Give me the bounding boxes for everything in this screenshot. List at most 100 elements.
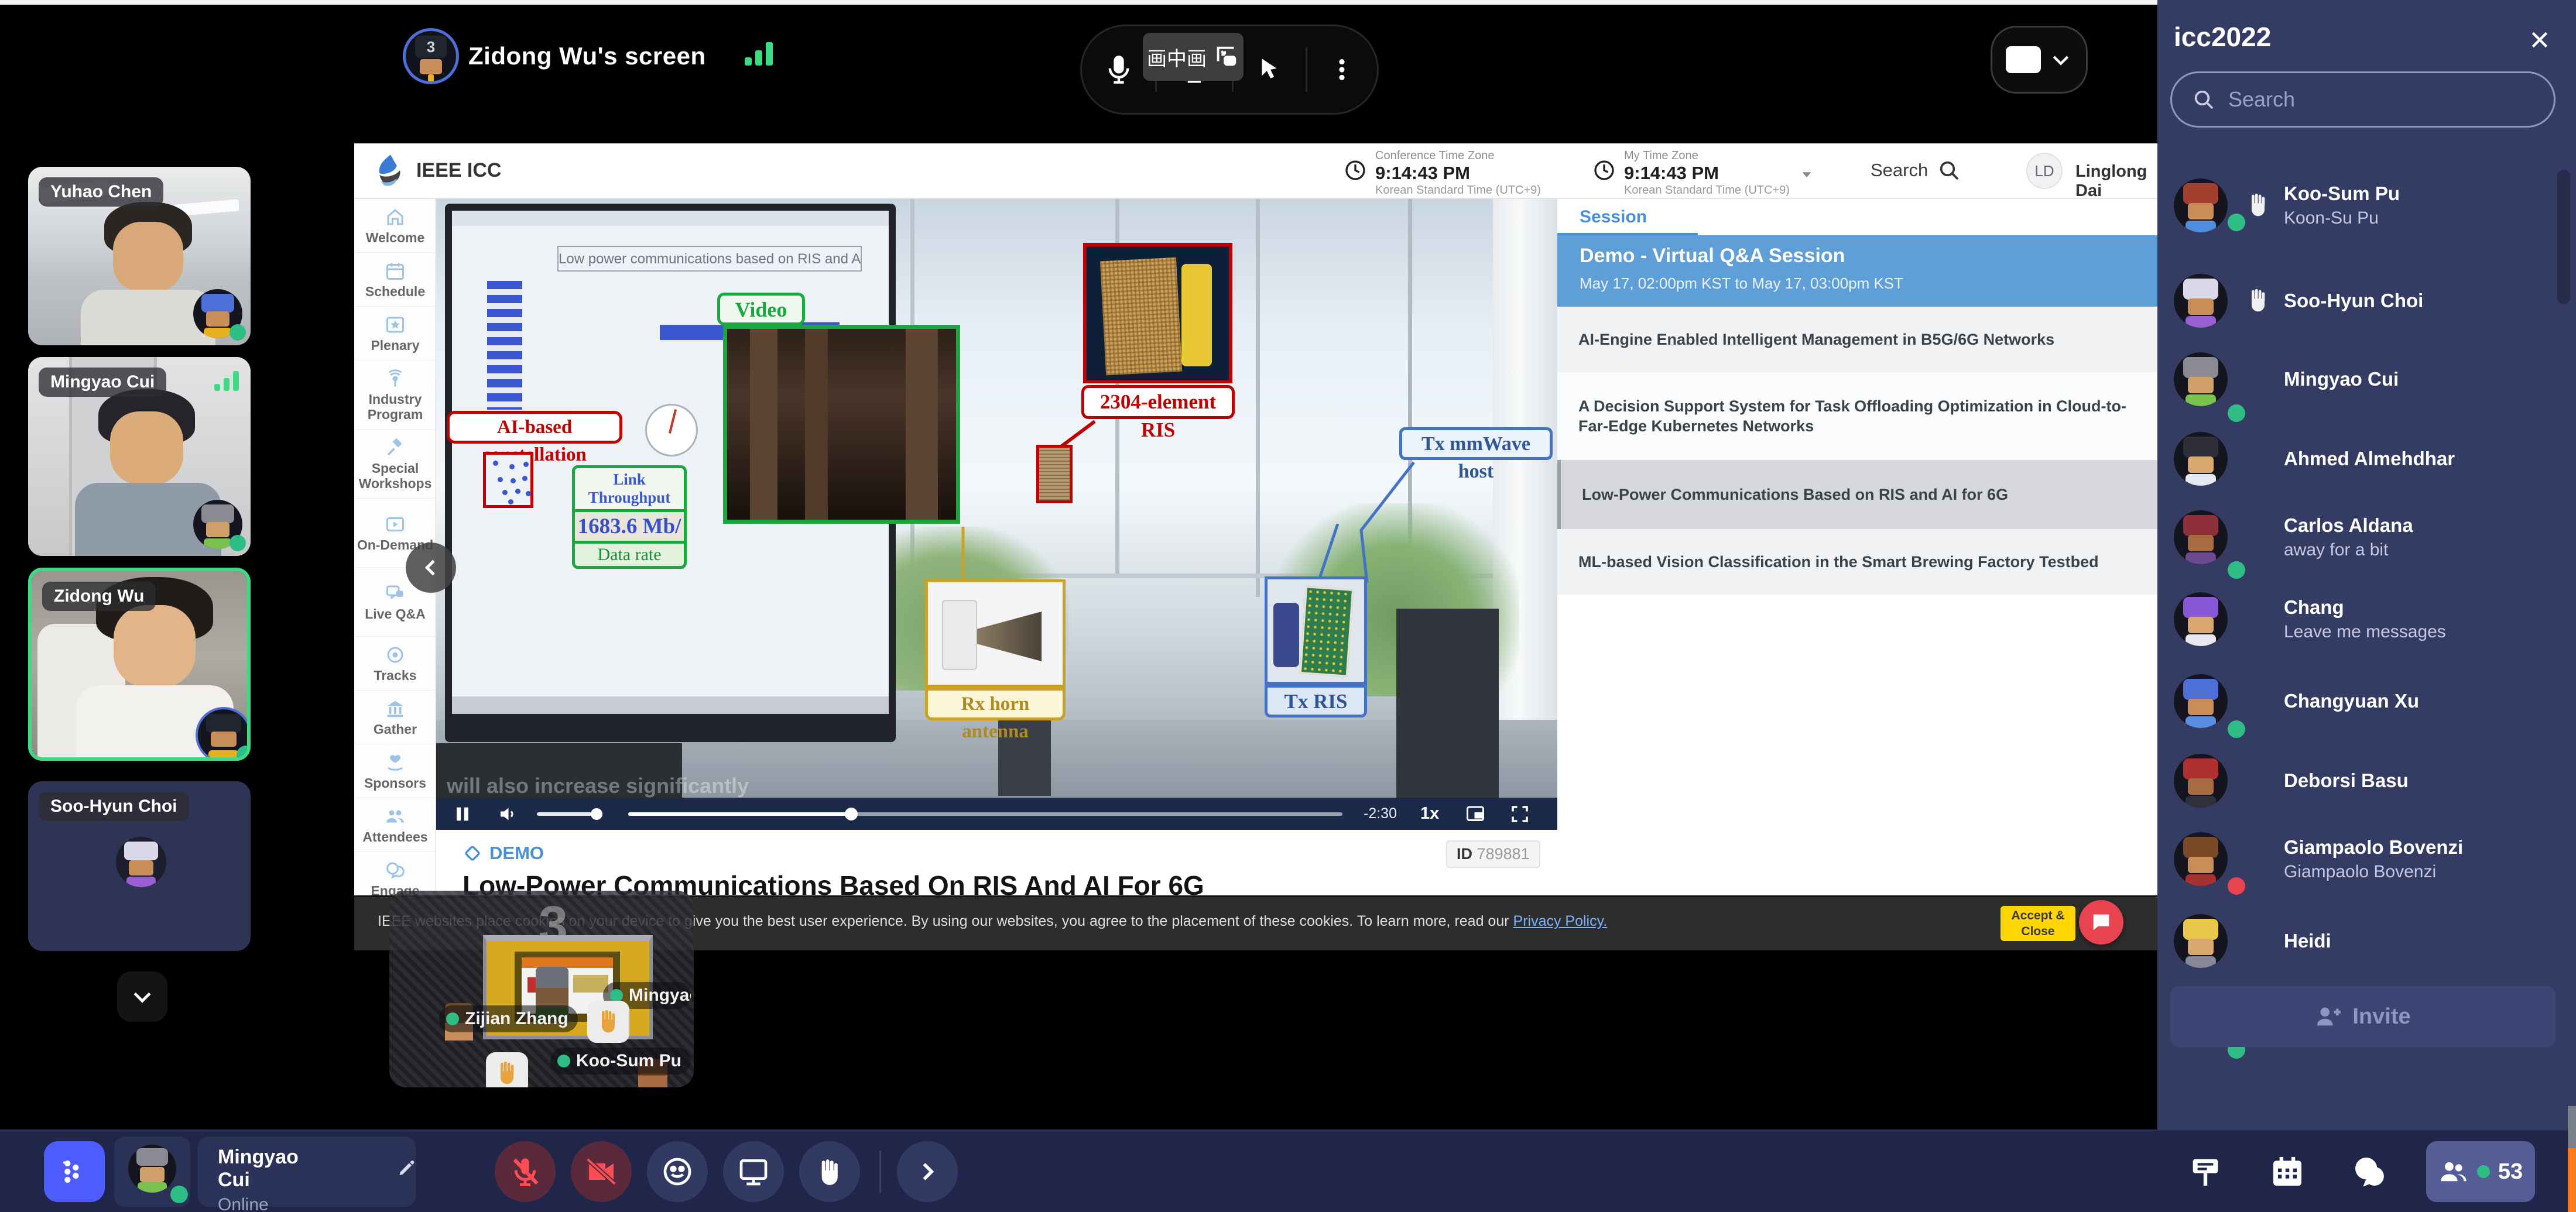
search-input[interactable] (2228, 87, 2509, 112)
volume-icon[interactable] (497, 804, 518, 825)
session-item-selected[interactable]: Low-Power Communications Based on RIS an… (1557, 460, 2157, 529)
tz-time: 9:14:43 PM (1375, 163, 1541, 184)
session-item[interactable]: ML-based Vision Classification in the Sm… (1557, 529, 2157, 595)
tile-name-label: Mingyao Cui (39, 368, 166, 397)
nav-item-tracks[interactable]: Tracks (354, 637, 436, 691)
progress-bar[interactable] (628, 812, 1342, 816)
app-window: 3 Zidong Wu's screen 画中画 Yuhao Chen (0, 0, 2576, 1212)
monitor-menubar (452, 211, 889, 226)
star-icon (385, 314, 406, 335)
accept-cookies-button[interactable]: Accept & Close (2000, 906, 2075, 941)
self-avatar-tile[interactable] (114, 1137, 190, 1207)
nav-collapse-button[interactable] (406, 543, 456, 593)
nav-item-gather[interactable]: Gather (354, 691, 436, 744)
pause-button[interactable] (453, 804, 472, 824)
participants-count-button[interactable]: 53 (2426, 1141, 2535, 1202)
raised-hand-icon (494, 1060, 520, 1086)
scrollbar-thumb[interactable] (2568, 1106, 2576, 1148)
participant-row[interactable]: Koo-Sum Pu Koon-Su Pu (2174, 178, 2548, 232)
signpost-icon[interactable] (2187, 1153, 2224, 1190)
camera-off-button[interactable] (571, 1141, 632, 1202)
participant-row[interactable]: Giampaolo Bovenzi Giampaolo Bovenzi (2174, 832, 2548, 886)
session-item-title: Low-Power Communications Based on RIS an… (1582, 485, 2008, 504)
nav-item-attendees[interactable]: Attendees (354, 798, 436, 852)
pip-button[interactable] (1465, 804, 1486, 825)
data-rate-label: Data rate (572, 541, 687, 569)
playback-speed[interactable]: 1x (1420, 804, 1439, 823)
microphone-icon[interactable] (1104, 54, 1134, 85)
session-item[interactable]: AI-Engine Enabled Intelligent Management… (1557, 307, 2157, 372)
tiles-collapse-button[interactable] (117, 971, 167, 1022)
current-session-banner[interactable]: Demo - Virtual Q&A Session May 17, 02:00… (1557, 235, 2157, 307)
self-name-card[interactable]: Mingyao Cui Online (198, 1137, 416, 1207)
user-menu[interactable]: Linglong Dai (2075, 162, 2157, 201)
layout-toggle-button[interactable] (1991, 26, 2088, 94)
site-search[interactable]: Search (1871, 159, 1961, 182)
fullscreen-button[interactable] (1509, 804, 1530, 825)
nav-item-special-workshops[interactable]: Special Workshops (354, 430, 436, 499)
self-status-dot (170, 1186, 188, 1203)
map-overlay[interactable]: 3 Zijian Zhang Mingyao C Koo-Sum P (389, 891, 694, 1087)
icc-site-header: IEEE ICC Conference Time Zone 9:14:43 PM… (354, 143, 2157, 199)
kebab-menu-icon[interactable] (1328, 56, 1355, 83)
nav-item-engage[interactable]: Engage (354, 852, 436, 895)
calendar-icon[interactable] (2269, 1153, 2306, 1190)
panel-scrollbar[interactable] (2557, 170, 2570, 304)
participant-row[interactable]: Chang Leave me messages (2174, 592, 2548, 646)
participant-row[interactable]: Ahmed Almehdhar (2174, 432, 2548, 486)
self-name: Mingyao Cui (218, 1146, 332, 1192)
session-item-title: AI-Engine Enabled Intelligent Management… (1578, 329, 2054, 349)
video-tile-zidong-wu-speaking[interactable]: Zidong Wu (28, 568, 251, 761)
page-scrollbar[interactable] (2568, 1106, 2576, 1212)
more-actions-button[interactable] (897, 1141, 958, 1202)
participant-row[interactable]: Deborsi Basu (2174, 754, 2548, 808)
pip-tooltip[interactable]: 画中画 (1143, 33, 1244, 81)
video-tile-yuhao-chen[interactable]: Yuhao Chen (28, 167, 251, 345)
raise-hand-button[interactable] (799, 1141, 860, 1202)
close-panel-icon[interactable] (2528, 28, 2551, 51)
participants-panel: icc2022 Koo-Sum Pu Koon-Su Pu Soo-Hyun C… (2157, 0, 2576, 1129)
pip-tooltip-label: 画中画 (1147, 43, 1207, 71)
nav-item-welcome[interactable]: Welcome (354, 199, 436, 253)
my-timezone[interactable]: My Time Zone 9:14:43 PM Korean Standard … (1592, 149, 1815, 197)
current-session-title: Demo - Virtual Q&A Session (1580, 245, 2157, 267)
emote-button[interactable] (647, 1141, 708, 1202)
privacy-policy-link[interactable]: Privacy Policy. (1513, 913, 1608, 929)
nav-item-plenary[interactable]: Plenary (354, 307, 436, 360)
gather-logo-icon (58, 1155, 91, 1188)
volume-slider[interactable] (537, 812, 601, 816)
video-tile-soo-hyun-choi[interactable]: Soo-Hyun Choi (28, 781, 251, 951)
tx-ris-inset (1265, 576, 1367, 685)
target-icon (385, 644, 406, 665)
tz-time: 9:14:43 PM (1624, 163, 1790, 184)
demo-video[interactable]: Low power communications based on RIS an… (436, 199, 1557, 798)
participant-row[interactable]: Carlos Aldana away for a bit (2174, 510, 2548, 564)
participant-row[interactable]: Soo-Hyun Choi (2174, 274, 2548, 328)
microphone-muted-button[interactable] (495, 1141, 556, 1202)
pointer-icon[interactable] (1255, 55, 1284, 84)
session-item[interactable]: A Decision Support System for Task Offlo… (1557, 372, 2157, 460)
feedback-chat-button[interactable] (2079, 900, 2123, 945)
edit-pencil-icon[interactable] (396, 1159, 416, 1179)
gather-logo-button[interactable] (44, 1141, 105, 1202)
participant-row[interactable]: Heidi (2174, 914, 2548, 968)
user-avatar-initials[interactable]: LD (2026, 153, 2063, 189)
video-tile-mingyao-cui[interactable]: Mingyao Cui (28, 357, 251, 556)
nav-item-sponsors[interactable]: Sponsors (354, 744, 436, 798)
tab-session[interactable]: Session (1580, 207, 1647, 227)
participant-search[interactable] (2170, 71, 2556, 128)
connection-signal-icon (214, 371, 239, 391)
nav-item-industry-program[interactable]: Industry Program (354, 360, 436, 430)
home-icon (385, 207, 406, 228)
participant-row[interactable]: Changyuan Xu (2174, 674, 2548, 728)
chat-icon[interactable] (2351, 1153, 2388, 1190)
invite-button[interactable]: Invite (2170, 986, 2556, 1047)
map-name-label: Zijian Zhang (465, 1009, 568, 1028)
time-remaining: -2:30 (1364, 805, 1397, 822)
icc-logo[interactable]: IEEE ICC (372, 152, 501, 189)
nav-item-schedule[interactable]: Schedule (354, 253, 436, 307)
screenshare-button[interactable] (723, 1141, 784, 1202)
room-title: icc2022 (2174, 21, 2271, 53)
participant-row[interactable]: Mingyao Cui (2174, 352, 2548, 406)
monitor-title: Low power communications based on RIS an… (557, 246, 862, 272)
